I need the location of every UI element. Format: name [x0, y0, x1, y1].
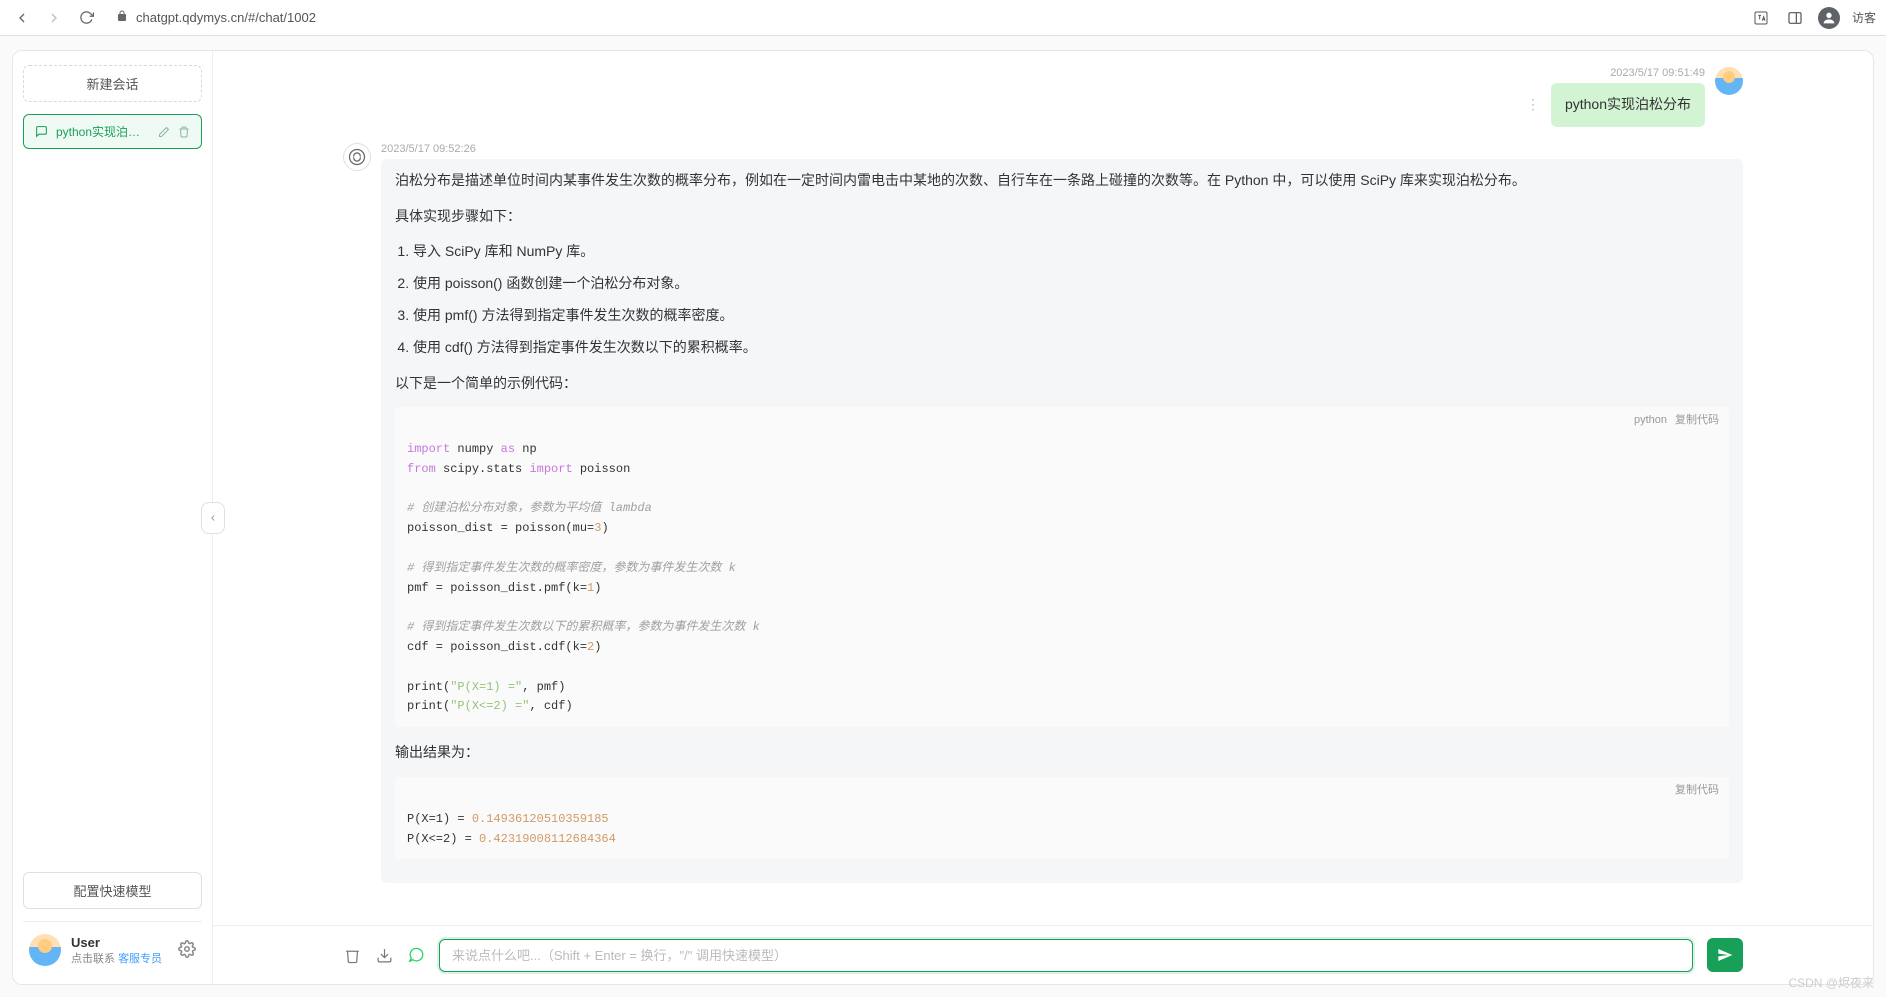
support-link[interactable]: 客服专员	[118, 953, 162, 965]
composer	[213, 925, 1873, 984]
list-item: 导入 SciPy 库和 NumPy 库。	[413, 240, 1729, 264]
copy-code-button[interactable]: 复制代码	[1675, 781, 1719, 800]
message-row-bot: 2023/5/17 09:52:26 泊松分布是描述单位时间内某事件发生次数的概…	[343, 143, 1743, 884]
chat-icon	[34, 125, 48, 139]
code-block-output: 复制代码 P(X=1) = 0.14936120510359185 P(X<=2…	[395, 777, 1729, 859]
copy-code-button[interactable]: 复制代码	[1675, 411, 1719, 430]
edit-icon[interactable]	[157, 125, 171, 139]
download-icon[interactable]	[375, 946, 393, 964]
panel-icon[interactable]	[1784, 7, 1806, 29]
session-title: python实现泊松分布	[56, 123, 149, 140]
delete-icon[interactable]	[177, 125, 191, 139]
lock-icon	[116, 10, 128, 25]
code-lang: python	[1634, 411, 1667, 430]
timestamp: 2023/5/17 09:51:49	[1610, 67, 1705, 79]
steps-list: 导入 SciPy 库和 NumPy 库。 使用 poisson() 函数创建一个…	[413, 240, 1729, 359]
more-icon[interactable]: ⋮	[1526, 96, 1541, 113]
message-bubble-user: python实现泊松分布	[1551, 83, 1705, 127]
paragraph: 泊松分布是描述单位时间内某事件发生次数的概率分布，例如在一定时间内雷电击中某地的…	[395, 169, 1729, 193]
avatar	[1715, 67, 1743, 95]
avatar	[343, 143, 371, 171]
translate-icon[interactable]	[1750, 7, 1772, 29]
back-button[interactable]	[10, 6, 34, 30]
session-item-active[interactable]: python实现泊松分布	[23, 114, 202, 149]
sidebar-footer: User 点击联系 客服专员	[23, 921, 202, 970]
code-body: P(X=1) = 0.14936120510359185 P(X<=2) = 0…	[395, 804, 1729, 860]
code-body: import numpy as np from scipy.stats impo…	[395, 434, 1729, 727]
user-avatar[interactable]	[29, 934, 61, 966]
gear-icon[interactable]	[178, 940, 196, 961]
message-row-user: 2023/5/17 09:51:49 ⋮ python实现泊松分布	[343, 67, 1743, 127]
browser-bar: chatgpt.qdymys.cn/#/chat/1002 访客	[0, 0, 1886, 36]
user-name: User	[71, 935, 168, 950]
message-bubble-bot: 泊松分布是描述单位时间内某事件发生次数的概率分布，例如在一定时间内雷电击中某地的…	[381, 159, 1743, 884]
whatsapp-icon[interactable]	[407, 946, 425, 964]
timestamp: 2023/5/17 09:52:26	[381, 143, 1743, 155]
paragraph: 以下是一个简单的示例代码：	[395, 372, 1729, 396]
code-block: python 复制代码 import numpy as np from scip…	[395, 407, 1729, 727]
user-sub: 点击联系 客服专员	[71, 950, 168, 966]
address-bar[interactable]: chatgpt.qdymys.cn/#/chat/1002	[106, 10, 1742, 25]
list-item: 使用 cdf() 方法得到指定事件发生次数以下的累积概率。	[413, 336, 1729, 360]
quick-model-button[interactable]: 配置快速模型	[23, 872, 202, 909]
list-item: 使用 poisson() 函数创建一个泊松分布对象。	[413, 272, 1729, 296]
chat-area: 2023/5/17 09:51:49 ⋮ python实现泊松分布	[213, 51, 1873, 984]
chat-input[interactable]	[439, 939, 1693, 972]
forward-button[interactable]	[42, 6, 66, 30]
sidebar: 新建会话 python实现泊松分布	[13, 51, 213, 984]
messages-list: 2023/5/17 09:51:49 ⋮ python实现泊松分布	[213, 51, 1873, 925]
paragraph: 输出结果为：	[395, 741, 1729, 765]
chrome-actions: 访客	[1750, 7, 1876, 29]
send-button[interactable]	[1707, 938, 1743, 972]
sidebar-collapse-button[interactable]	[201, 502, 225, 534]
visitor-label: 访客	[1852, 9, 1876, 26]
list-item: 使用 pmf() 方法得到指定事件发生次数的概率密度。	[413, 304, 1729, 328]
profile-icon[interactable]	[1818, 7, 1840, 29]
paragraph: 具体实现步骤如下：	[395, 205, 1729, 229]
url-text: chatgpt.qdymys.cn/#/chat/1002	[136, 10, 316, 25]
reload-button[interactable]	[74, 6, 98, 30]
clear-icon[interactable]	[343, 946, 361, 964]
new-chat-button[interactable]: 新建会话	[23, 65, 202, 102]
